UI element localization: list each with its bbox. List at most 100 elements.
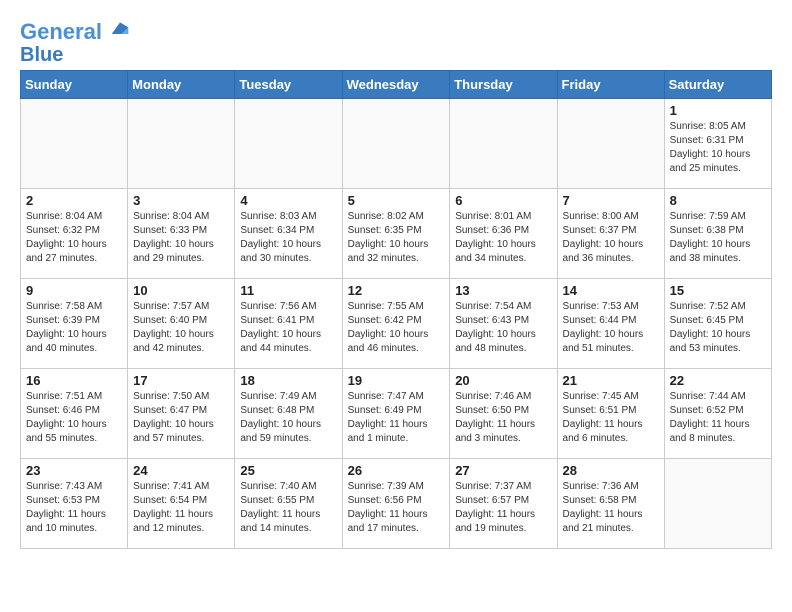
logo-blue-text: Blue	[20, 44, 130, 66]
day-info: Sunrise: 7:57 AM Sunset: 6:40 PM Dayligh…	[133, 300, 229, 356]
calendar-week-5: 23Sunrise: 7:43 AM Sunset: 6:53 PM Dayli…	[21, 459, 772, 549]
calendar-cell: 27 Sunrise: 7:37 AM Sunset: 6:57 PM Dayli…	[450, 459, 557, 549]
day-number: 16	[26, 373, 122, 388]
day-number: 10	[133, 283, 229, 298]
calendar-cell	[128, 99, 235, 189]
day-info: Sunrise: 8:05 AM Sunset: 6:31 PM Dayligh…	[670, 120, 766, 176]
day-number: 9	[26, 283, 122, 298]
calendar-cell: 4Sunrise: 8:03 AM Sunset: 6:34 PM Daylig…	[235, 189, 342, 279]
day-number: 8	[670, 193, 766, 208]
day-info: Sunrise: 7:37 AM Sunset: 6:57 PM Dayligh…	[455, 480, 551, 536]
day-number: 28	[563, 463, 659, 478]
day-number: 4	[240, 193, 336, 208]
weekday-header-row: SundayMondayTuesdayWednesdayThursdayFrid…	[21, 71, 772, 99]
calendar-cell: 20 Sunrise: 7:46 AM Sunset: 6:50 PM Dayli…	[450, 369, 557, 459]
day-number: 14	[563, 283, 659, 298]
calendar-week-2: 2 Sunrise: 8:04 AM Sunset: 6:32 PM Daylig…	[21, 189, 772, 279]
day-info: Sunrise: 7:40 AM Sunset: 6:55 PM Dayligh…	[240, 480, 336, 536]
calendar-cell: 8 Sunrise: 7:59 AM Sunset: 6:38 PM Daylig…	[664, 189, 771, 279]
calendar-cell: 3Sunrise: 8:04 AM Sunset: 6:33 PM Daylig…	[128, 189, 235, 279]
logo-icon	[110, 19, 130, 39]
day-number: 7	[563, 193, 659, 208]
calendar-cell: 22 Sunrise: 7:44 AM Sunset: 6:52 PM Dayli…	[664, 369, 771, 459]
day-number: 12	[348, 283, 445, 298]
logo-text: General	[20, 20, 130, 44]
calendar-week-4: 16 Sunrise: 7:51 AM Sunset: 6:46 PM Dayli…	[21, 369, 772, 459]
calendar-cell: 21 Sunrise: 7:45 AM Sunset: 6:51 PM Dayli…	[557, 369, 664, 459]
day-number: 23	[26, 463, 122, 478]
calendar-cell	[557, 99, 664, 189]
calendar-cell: 10 Sunrise: 7:57 AM Sunset: 6:40 PM Dayli…	[128, 279, 235, 369]
day-info: Sunrise: 7:59 AM Sunset: 6:38 PM Dayligh…	[670, 210, 766, 266]
day-info: Sunrise: 7:44 AM Sunset: 6:52 PM Dayligh…	[670, 390, 766, 446]
weekday-header-sunday: Sunday	[21, 71, 128, 99]
day-info: Sunrise: 7:56 AM Sunset: 6:41 PM Dayligh…	[240, 300, 336, 356]
day-info: Sunrise: 7:55 AM Sunset: 6:42 PM Dayligh…	[348, 300, 445, 356]
calendar-cell: 14 Sunrise: 7:53 AM Sunset: 6:44 PM Dayli…	[557, 279, 664, 369]
day-number: 27	[455, 463, 551, 478]
day-info: Sunrise: 7:52 AM Sunset: 6:45 PM Dayligh…	[670, 300, 766, 356]
weekday-header-monday: Monday	[128, 71, 235, 99]
day-info: Sunrise: 7:45 AM Sunset: 6:51 PM Dayligh…	[563, 390, 659, 446]
calendar-cell: 5Sunrise: 8:02 AM Sunset: 6:35 PM Daylig…	[342, 189, 450, 279]
day-info: Sunrise: 7:51 AM Sunset: 6:46 PM Dayligh…	[26, 390, 122, 446]
day-number: 25	[240, 463, 336, 478]
day-number: 11	[240, 283, 336, 298]
day-number: 13	[455, 283, 551, 298]
weekday-header-saturday: Saturday	[664, 71, 771, 99]
day-info: Sunrise: 7:47 AM Sunset: 6:49 PM Dayligh…	[348, 390, 445, 446]
day-info: Sunrise: 7:50 AM Sunset: 6:47 PM Dayligh…	[133, 390, 229, 446]
calendar-cell: 9 Sunrise: 7:58 AM Sunset: 6:39 PM Daylig…	[21, 279, 128, 369]
day-info: Sunrise: 7:53 AM Sunset: 6:44 PM Dayligh…	[563, 300, 659, 356]
day-number: 22	[670, 373, 766, 388]
page-header: General Blue	[20, 20, 772, 66]
day-number: 2	[26, 193, 122, 208]
day-info: Sunrise: 7:46 AM Sunset: 6:50 PM Dayligh…	[455, 390, 551, 446]
calendar-cell: 2 Sunrise: 8:04 AM Sunset: 6:32 PM Daylig…	[21, 189, 128, 279]
day-number: 19	[348, 373, 445, 388]
day-info: Sunrise: 7:41 AM Sunset: 6:54 PM Dayligh…	[133, 480, 229, 536]
calendar-cell: 11 Sunrise: 7:56 AM Sunset: 6:41 PM Dayli…	[235, 279, 342, 369]
calendar-cell: 13 Sunrise: 7:54 AM Sunset: 6:43 PM Dayli…	[450, 279, 557, 369]
day-number: 15	[670, 283, 766, 298]
weekday-header-wednesday: Wednesday	[342, 71, 450, 99]
day-info: Sunrise: 8:01 AM Sunset: 6:36 PM Dayligh…	[455, 210, 551, 266]
calendar-cell: 15 Sunrise: 7:52 AM Sunset: 6:45 PM Dayli…	[664, 279, 771, 369]
calendar-cell	[21, 99, 128, 189]
day-number: 6	[455, 193, 551, 208]
day-number: 5	[348, 193, 445, 208]
day-number: 20	[455, 373, 551, 388]
logo: General Blue	[20, 20, 130, 66]
day-number: 3	[133, 193, 229, 208]
day-info: Sunrise: 7:58 AM Sunset: 6:39 PM Dayligh…	[26, 300, 122, 356]
calendar-cell: 18Sunrise: 7:49 AM Sunset: 6:48 PM Dayli…	[235, 369, 342, 459]
day-number: 1	[670, 103, 766, 118]
day-number: 26	[348, 463, 445, 478]
calendar-cell: 16 Sunrise: 7:51 AM Sunset: 6:46 PM Dayli…	[21, 369, 128, 459]
day-info: Sunrise: 8:04 AM Sunset: 6:32 PM Dayligh…	[26, 210, 122, 266]
calendar-table: SundayMondayTuesdayWednesdayThursdayFrid…	[20, 70, 772, 549]
day-number: 17	[133, 373, 229, 388]
calendar-cell	[664, 459, 771, 549]
calendar-cell	[342, 99, 450, 189]
calendar-cell: 7 Sunrise: 8:00 AM Sunset: 6:37 PM Daylig…	[557, 189, 664, 279]
weekday-header-thursday: Thursday	[450, 71, 557, 99]
calendar-cell: 26 Sunrise: 7:39 AM Sunset: 6:56 PM Dayli…	[342, 459, 450, 549]
day-number: 24	[133, 463, 229, 478]
day-info: Sunrise: 7:39 AM Sunset: 6:56 PM Dayligh…	[348, 480, 445, 536]
day-info: Sunrise: 8:00 AM Sunset: 6:37 PM Dayligh…	[563, 210, 659, 266]
weekday-header-friday: Friday	[557, 71, 664, 99]
calendar-cell: 23Sunrise: 7:43 AM Sunset: 6:53 PM Dayli…	[21, 459, 128, 549]
day-info: Sunrise: 7:54 AM Sunset: 6:43 PM Dayligh…	[455, 300, 551, 356]
day-number: 18	[240, 373, 336, 388]
calendar-cell: 17 Sunrise: 7:50 AM Sunset: 6:47 PM Dayli…	[128, 369, 235, 459]
calendar-week-1: 1 Sunrise: 8:05 AM Sunset: 6:31 PM Daylig…	[21, 99, 772, 189]
calendar-cell: 6 Sunrise: 8:01 AM Sunset: 6:36 PM Daylig…	[450, 189, 557, 279]
calendar-cell: 1 Sunrise: 8:05 AM Sunset: 6:31 PM Daylig…	[664, 99, 771, 189]
calendar-cell: 12 Sunrise: 7:55 AM Sunset: 6:42 PM Dayli…	[342, 279, 450, 369]
calendar-cell	[235, 99, 342, 189]
calendar-cell: 19 Sunrise: 7:47 AM Sunset: 6:49 PM Dayli…	[342, 369, 450, 459]
day-number: 21	[563, 373, 659, 388]
weekday-header-tuesday: Tuesday	[235, 71, 342, 99]
calendar-cell	[450, 99, 557, 189]
